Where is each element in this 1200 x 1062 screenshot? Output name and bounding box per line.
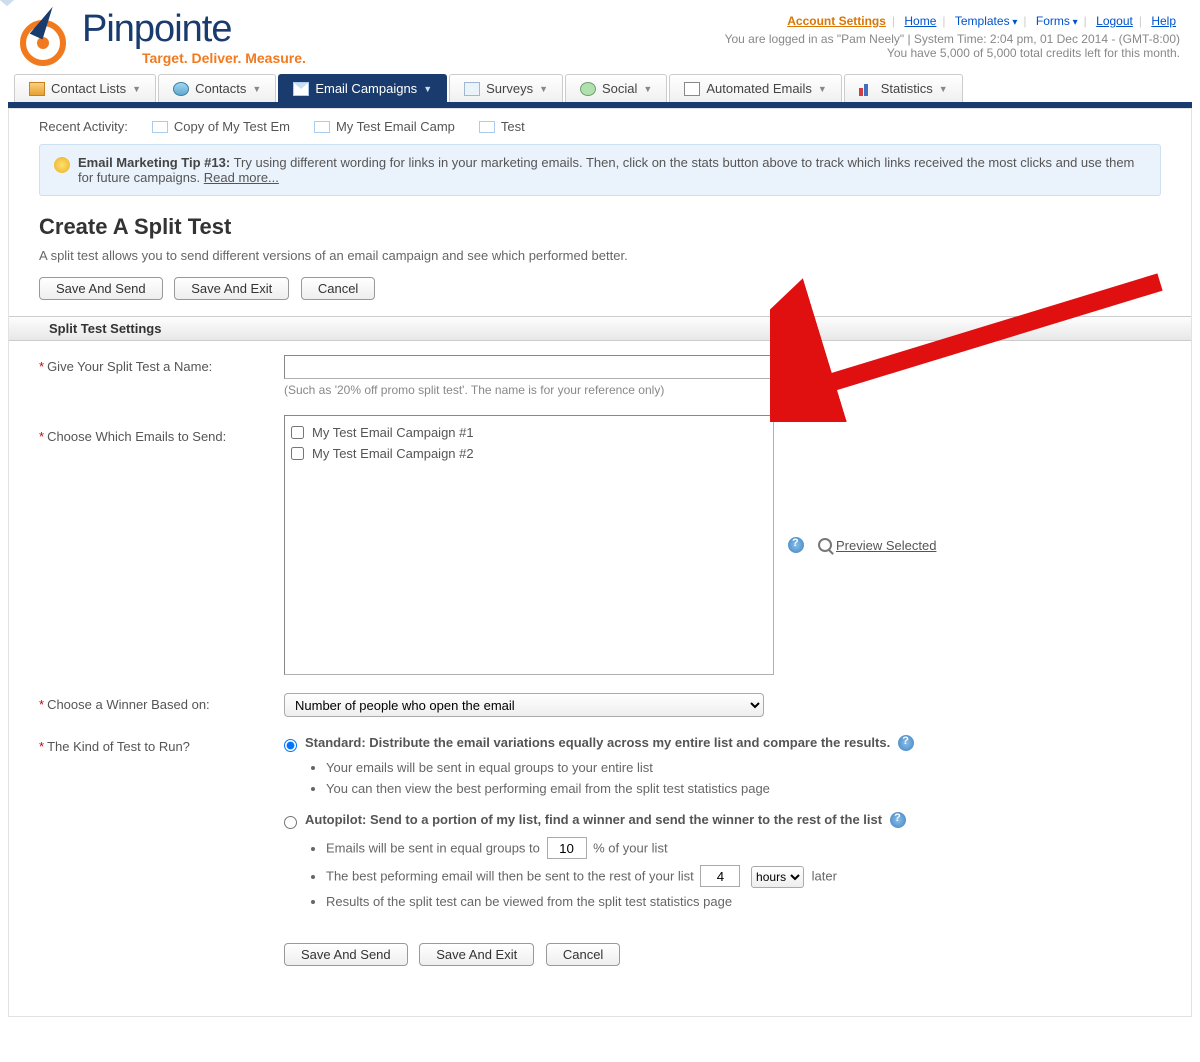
autopilot-label: Autopilot: Send to a portion of my list,… [305, 812, 882, 827]
magnify-icon [818, 538, 832, 552]
percent-input[interactable] [547, 837, 587, 859]
tip-title: Email Marketing Tip #13: [78, 155, 230, 170]
main-nav: Contact Lists▼ Contacts▼ Email Campaigns… [8, 74, 1192, 108]
page-title: Create A Split Test [39, 214, 1161, 240]
mail-icon [314, 121, 330, 133]
autopilot-bullet: Results of the split test can be viewed … [326, 894, 1161, 909]
save-and-exit-button[interactable]: Save And Exit [419, 943, 534, 966]
standard-label: Standard: Distribute the email variation… [305, 735, 890, 750]
delay-unit-select[interactable]: hours [751, 866, 804, 888]
tip-box: Email Marketing Tip #13: Try using diffe… [39, 144, 1161, 196]
stats-icon [859, 82, 875, 96]
recent-item[interactable]: Test [479, 119, 525, 134]
section-header: Split Test Settings [9, 316, 1191, 341]
preview-selected-link[interactable]: Preview Selected [836, 538, 936, 553]
templates-dropdown[interactable]: Templates [955, 14, 1018, 28]
login-status: You are logged in as "Pam Neely" | Syste… [725, 32, 1180, 46]
logo-name: Pinpointe [82, 10, 306, 48]
account-settings-link[interactable]: Account Settings [787, 14, 886, 28]
name-label: Give Your Split Test a Name: [47, 359, 212, 374]
recent-item[interactable]: Copy of My Test Em [152, 119, 290, 134]
delay-value-input[interactable] [700, 865, 740, 887]
standard-bullet: You can then view the best performing em… [326, 781, 1161, 796]
recent-activity-label: Recent Activity: [39, 119, 128, 134]
mail-icon [293, 82, 309, 96]
autopilot-radio[interactable] [284, 816, 297, 829]
winner-label: Choose a Winner Based on: [47, 697, 210, 712]
lightbulb-icon [54, 157, 70, 173]
save-and-send-button[interactable]: Save And Send [284, 943, 408, 966]
help-icon[interactable] [788, 537, 804, 553]
list-item[interactable]: My Test Email Campaign #2 [291, 443, 767, 464]
cancel-button[interactable]: Cancel [301, 277, 375, 300]
email-checkbox[interactable] [291, 426, 304, 439]
logo-mark-icon [20, 10, 76, 66]
standard-radio[interactable] [284, 739, 297, 752]
credits-status: You have 5,000 of 5,000 total credits le… [725, 46, 1180, 60]
help-icon[interactable] [890, 812, 906, 828]
social-icon [580, 82, 596, 96]
winner-basis-select[interactable]: Number of people who open the email [284, 693, 764, 717]
choose-emails-label: Choose Which Emails to Send: [47, 429, 226, 444]
split-test-name-input[interactable] [284, 355, 774, 379]
tab-social[interactable]: Social▼ [565, 74, 667, 102]
tab-contacts[interactable]: Contacts▼ [158, 74, 276, 102]
kind-label: The Kind of Test to Run? [47, 739, 190, 754]
home-link[interactable]: Home [904, 14, 936, 28]
list-icon [29, 82, 45, 96]
auto-mail-icon [684, 82, 700, 96]
email-checkbox[interactable] [291, 447, 304, 460]
page-description: A split test allows you to send differen… [39, 248, 1161, 263]
save-and-send-button[interactable]: Save And Send [39, 277, 163, 300]
autopilot-bullet: The best peforming email will then be se… [326, 865, 1161, 888]
tab-email-campaigns[interactable]: Email Campaigns▼ [278, 74, 447, 102]
name-hint: (Such as '20% off promo split test'. The… [284, 383, 1161, 397]
read-more-link[interactable]: Read more... [204, 170, 279, 185]
survey-icon [464, 82, 480, 96]
logo: Pinpointe Target. Deliver. Measure. [20, 10, 306, 66]
tab-automated-emails[interactable]: Automated Emails▼ [669, 74, 841, 102]
logo-tagline: Target. Deliver. Measure. [142, 50, 306, 66]
email-listbox[interactable]: My Test Email Campaign #1 My Test Email … [284, 415, 774, 675]
help-link[interactable]: Help [1151, 14, 1176, 28]
forms-dropdown[interactable]: Forms [1036, 14, 1078, 28]
recent-item[interactable]: My Test Email Camp [314, 119, 455, 134]
tab-surveys[interactable]: Surveys▼ [449, 74, 563, 102]
autopilot-bullet: Emails will be sent in equal groups to %… [326, 837, 1161, 859]
tab-contact-lists[interactable]: Contact Lists▼ [14, 74, 156, 102]
top-links: Account Settings| Home| Templates| Forms… [725, 14, 1180, 28]
contacts-icon [173, 82, 189, 96]
save-and-exit-button[interactable]: Save And Exit [174, 277, 289, 300]
mail-icon [152, 121, 168, 133]
cancel-button[interactable]: Cancel [546, 943, 620, 966]
list-item[interactable]: My Test Email Campaign #1 [291, 422, 767, 443]
tab-statistics[interactable]: Statistics▼ [844, 74, 963, 102]
logout-link[interactable]: Logout [1096, 14, 1133, 28]
standard-bullet: Your emails will be sent in equal groups… [326, 760, 1161, 775]
help-icon[interactable] [898, 735, 914, 751]
mail-icon [479, 121, 495, 133]
